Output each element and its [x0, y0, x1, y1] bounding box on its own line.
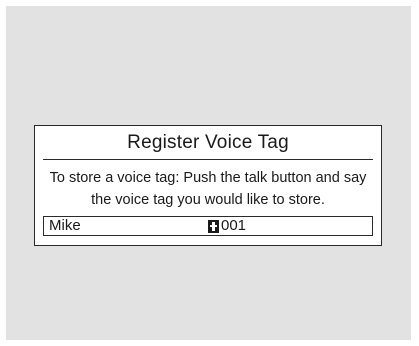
display-screen: Register Voice Tag To store a voice tag:… — [6, 6, 411, 340]
entry-number-group: 001 — [208, 217, 246, 235]
selected-entry-row[interactable]: Mike 001 — [43, 216, 373, 236]
dialog-title: Register Voice Tag — [127, 132, 289, 153]
dialog-message: To store a voice tag: Push the talk butt… — [49, 170, 367, 208]
entry-name: Mike — [49, 217, 81, 234]
phone-book-icon — [208, 219, 219, 233]
entry-number: 001 — [221, 217, 247, 234]
title-divider — [43, 159, 373, 160]
register-voice-tag-dialog: Register Voice Tag To store a voice tag:… — [34, 125, 382, 246]
